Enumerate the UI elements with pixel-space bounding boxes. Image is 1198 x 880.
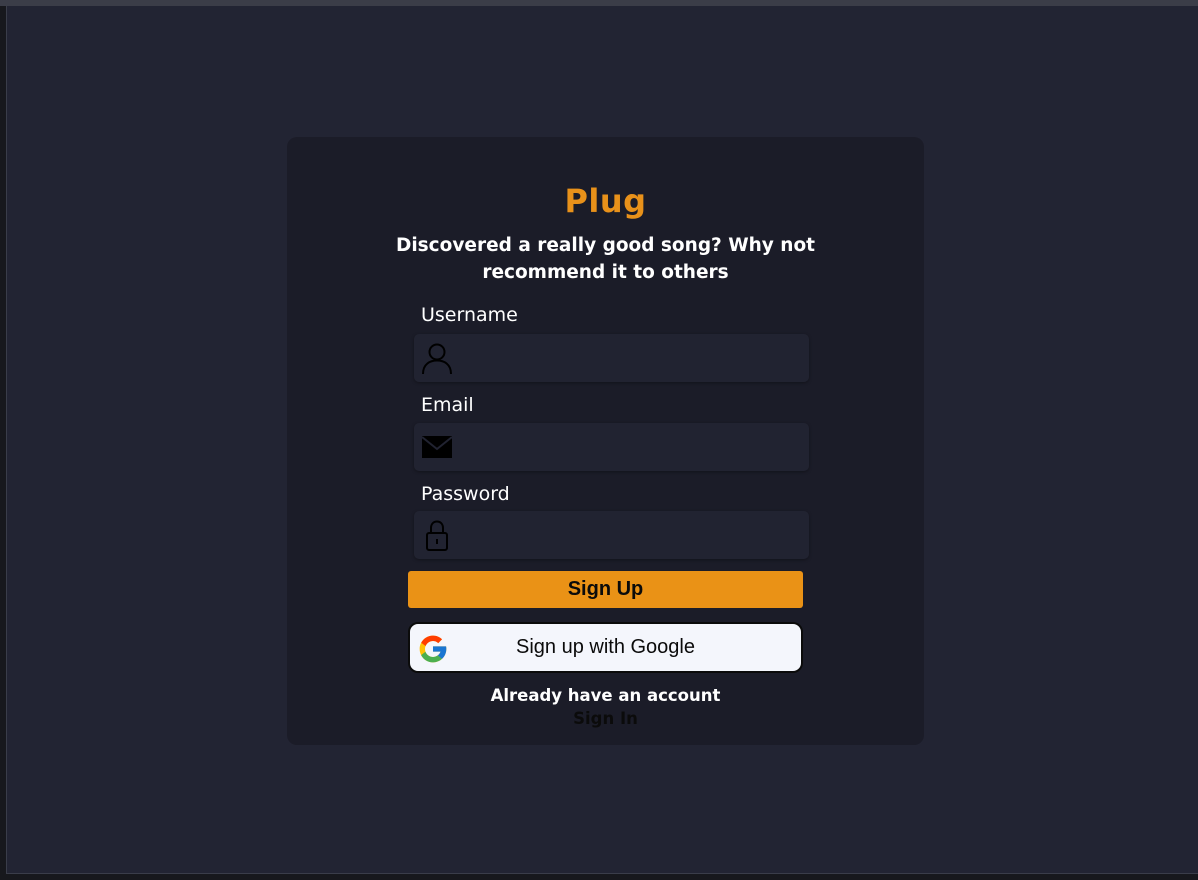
sign-in-link[interactable]: Sign In xyxy=(287,707,924,731)
email-input[interactable] xyxy=(460,423,800,471)
username-field[interactable] xyxy=(414,334,809,382)
password-field[interactable] xyxy=(414,511,809,559)
username-input[interactable] xyxy=(460,334,800,382)
username-label: Username xyxy=(421,304,518,326)
google-signup-button[interactable]: Sign up with Google xyxy=(408,622,803,673)
email-field[interactable] xyxy=(414,423,809,471)
app-tagline: Discovered a really good song? Why not r… xyxy=(395,235,816,283)
lock-icon xyxy=(426,520,448,551)
mail-icon xyxy=(421,436,453,458)
signup-card: Plug Discovered a really good song? Why … xyxy=(287,137,924,745)
app-title: Plug xyxy=(564,182,647,220)
email-label: Email xyxy=(421,394,474,416)
sign-up-button[interactable]: Sign Up xyxy=(408,571,803,608)
password-input[interactable] xyxy=(460,511,800,559)
user-icon xyxy=(422,343,452,375)
already-have-account-text: Already have an account xyxy=(490,686,721,705)
password-label: Password xyxy=(421,483,510,505)
google-signup-label: Sign up with Google xyxy=(515,636,695,658)
